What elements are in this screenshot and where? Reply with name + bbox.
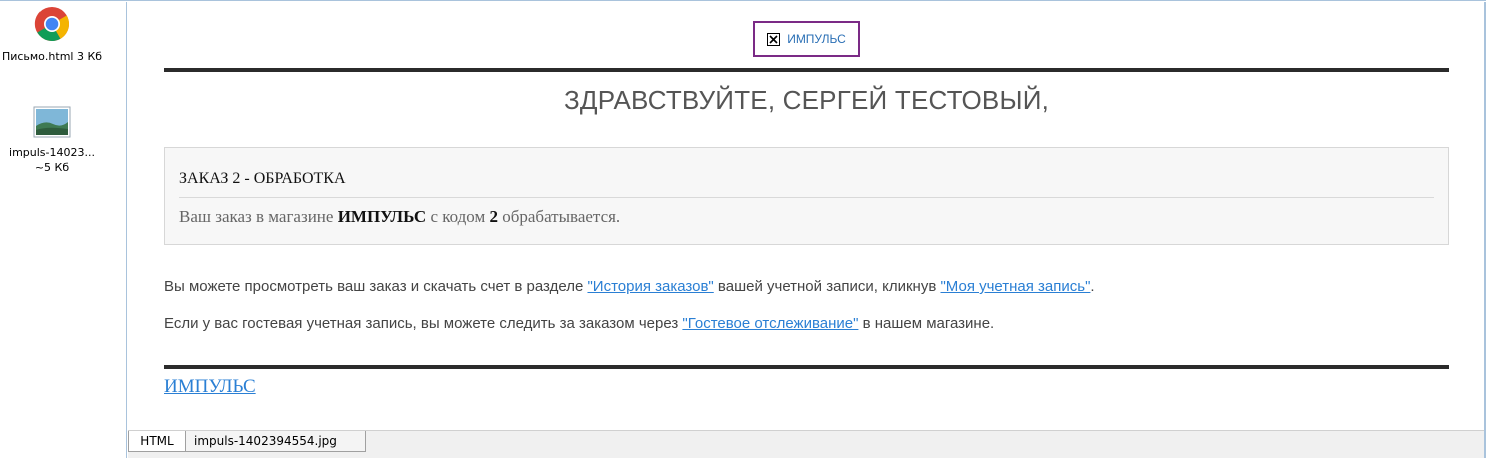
order-status-text: Ваш заказ в магазине ИМПУЛЬС с кодом 2 о…: [179, 207, 621, 226]
order-title: ЗАКАЗ 2 - ОБРАБОТКА: [179, 170, 346, 187]
order-code: 2: [489, 207, 498, 226]
broken-image-icon: [767, 32, 781, 46]
attachment-image[interactable]: impuls-14023... ~5 Кб: [0, 106, 104, 175]
greeting-heading: ЗДРАВСТВУЙТЕ, СЕРГЕЙ ТЕСТОВЫЙ,: [563, 85, 1050, 115]
view-tabs: HTML impuls-1402394554.jpg: [128, 430, 1484, 458]
footer-store-link[interactable]: ИМПУЛЬС: [164, 376, 256, 398]
top-divider: [164, 68, 1449, 72]
chrome-icon: [0, 6, 104, 46]
order-divider: [179, 197, 1434, 198]
order-history-paragraph: Вы можете просмотреть ваш заказ и скачат…: [164, 278, 1095, 295]
tab-html[interactable]: HTML: [128, 431, 186, 452]
my-account-link[interactable]: "Моя учетная запись": [940, 278, 1090, 295]
tab-image[interactable]: impuls-1402394554.jpg: [186, 431, 366, 452]
attachments-pane: Письмо.html 3 Кб impuls-14023... ~5 Кб: [0, 2, 127, 458]
image-file-icon: [0, 106, 104, 142]
attachment-html-label: Письмо.html 3 Кб: [1, 50, 103, 63]
mail-viewer-window: Письмо.html 3 Кб impuls-14023... ~5 Кб И…: [0, 0, 1486, 458]
logo-image-placeholder[interactable]: ИМПУЛЬС: [753, 21, 860, 57]
order-history-link[interactable]: "История заказов": [587, 278, 713, 295]
logo-alt-text: ИМПУЛЬС: [787, 32, 846, 46]
guest-tracking-paragraph: Если у вас гостевая учетная запись, вы м…: [164, 315, 995, 332]
store-name: ИМПУЛЬС: [337, 207, 427, 226]
message-body: ИМПУЛЬС ЗДРАВСТВУЙТЕ, СЕРГЕЙ ТЕСТОВЫЙ, З…: [128, 2, 1484, 430]
guest-tracking-link[interactable]: "Гостевое отслеживание": [682, 315, 858, 332]
attachment-html[interactable]: Письмо.html 3 Кб: [0, 6, 104, 64]
bottom-divider: [164, 365, 1449, 369]
attachment-image-label: impuls-14023... ~5 Кб: [9, 146, 95, 174]
order-status-box: ЗАКАЗ 2 - ОБРАБОТКА Ваш заказ в магазине…: [164, 147, 1449, 245]
